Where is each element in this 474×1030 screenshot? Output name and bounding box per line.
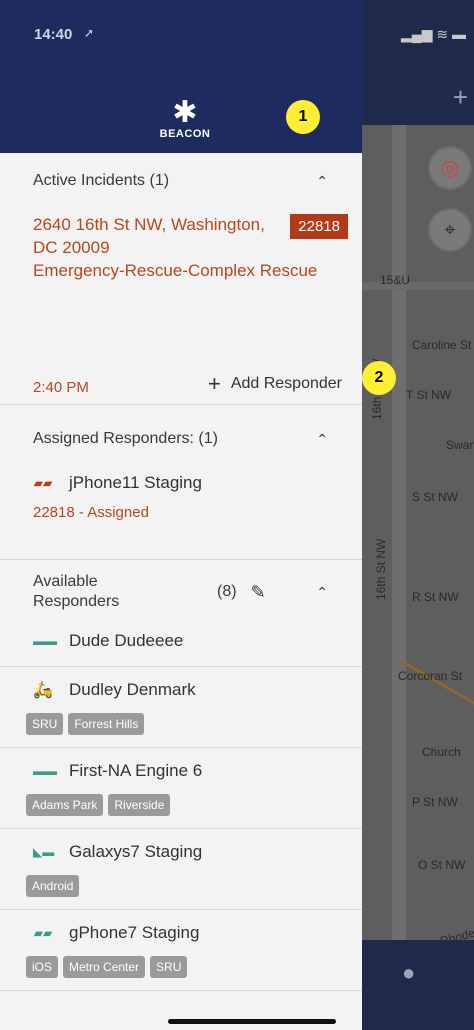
annotation-badge-1: 1 (286, 100, 320, 134)
tag: Metro Center (63, 956, 146, 978)
logo-text: BEACON (159, 128, 211, 140)
lifebuoy-icon[interactable]: ◎ (428, 146, 472, 190)
map-route (401, 660, 474, 708)
list-item[interactable]: 🛵 Dudley Denmark SRU Forrest Hills (0, 667, 362, 748)
street-label: Caroline St (412, 338, 472, 352)
locate-icon[interactable]: ⌖ (428, 208, 472, 252)
plus-icon: + (207, 371, 221, 396)
street-label: Corcoran St (398, 669, 463, 683)
assigned-responders-header[interactable]: Assigned Responders: (1) ⌃ (0, 405, 362, 473)
profile-icon[interactable]: ● (402, 960, 415, 986)
ambulance-icon: ▰▰ (33, 476, 53, 490)
fire-engine-icon: ▬▬ (33, 764, 57, 778)
list-item[interactable]: ▬▬ First-NA Engine 6 Adams Park Riversid… (0, 748, 362, 829)
incident-card[interactable]: 2640 16th St NW, Washington, DC 20009 Em… (0, 209, 362, 404)
beacon-logo: ✱ BEACON (155, 96, 215, 141)
map-view[interactable]: ▂▄▆ ≋ ▬ + ◎ ⌖ 15&U Caroline St T St NW S… (362, 0, 474, 1030)
map-bottom-bar: ● (362, 940, 474, 1030)
responder-name: Dude Dudeeee (69, 631, 184, 650)
chevron-up-icon[interactable]: ⌃ (316, 584, 328, 601)
street-label: R St NW (412, 590, 459, 604)
map-road (392, 125, 406, 945)
responder-name: Galaxys7 Staging (69, 842, 203, 861)
incident-time: 2:40 PM (33, 379, 89, 396)
responder-name: First-NA Engine 6 (69, 761, 203, 780)
assigned-responder-item[interactable]: ▰▰ jPhone11 Staging 22818 - Assigned (0, 473, 362, 559)
responder-name: Dudley Denmark (69, 680, 196, 699)
map-top-bar: ▂▄▆ ≋ ▬ + (362, 0, 474, 125)
incident-type: Emergency-Rescue-Complex Rescue (33, 261, 318, 280)
chevron-up-icon[interactable]: ⌃ (316, 431, 328, 448)
responder-name: gPhone7 Staging (69, 923, 200, 942)
status-time: 14:40 (34, 26, 73, 43)
tag: SRU (26, 713, 64, 735)
incident-code-badge: 22818 (290, 214, 348, 239)
ambulance-icon: ▰▰ (33, 926, 53, 940)
status-icons: ▂▄▆ ≋ ▬ (401, 26, 466, 42)
map-road (362, 282, 474, 290)
assignment-status: 22818 - Assigned (33, 504, 149, 521)
home-indicator[interactable] (168, 1019, 336, 1024)
tag: SRU (150, 956, 188, 978)
motorcycle-icon: 🛵 (33, 682, 53, 699)
section-title: Active Incidents (1) (33, 172, 170, 189)
annotation-badge-2: 2 (362, 361, 396, 395)
side-drawer: 14:40 ➚ ✱ BEACON Active Incidents (1) ⌃ … (0, 0, 362, 1030)
location-arrow-icon: ➚ (84, 26, 95, 40)
available-responders-header[interactable]: Available Responders (8) ✎ ⌃ (0, 560, 362, 624)
list-item[interactable]: ▰▰ gPhone7 Staging iOS Metro Center SRU (0, 910, 362, 991)
active-incidents-header[interactable]: Active Incidents (1) ⌃ (0, 153, 362, 209)
tag: iOS (26, 956, 59, 978)
star-of-life-icon: ✱ (172, 96, 198, 129)
list-item[interactable]: ▬▬ Dude Dudeeee (0, 624, 362, 667)
add-icon[interactable]: + (453, 82, 468, 113)
add-responder-label: Add Responder (230, 375, 342, 392)
responder-name: jPhone11 Staging (69, 473, 202, 492)
tag: Adams Park (26, 794, 104, 816)
section-title: Assigned Responders: (1) (33, 430, 218, 447)
street-label: 15&U (380, 273, 411, 287)
street-label: Church (422, 745, 461, 759)
list-item[interactable]: ◣▬ Galaxys7 Staging Android (0, 829, 362, 910)
available-count: (8) (217, 583, 237, 600)
edit-icon[interactable]: ✎ (251, 582, 266, 603)
street-label: P St NW (412, 795, 458, 809)
chevron-up-icon[interactable]: ⌃ (316, 173, 328, 190)
street-label: O St NW (418, 858, 466, 872)
add-responder-button[interactable]: + Add Responder (207, 371, 342, 396)
tag: Riverside (108, 794, 171, 816)
boat-icon: ◣▬ (33, 845, 55, 859)
section-title: Available Responders (33, 573, 120, 610)
street-label: 16th St NW (374, 538, 388, 600)
street-label: T St NW (406, 388, 452, 402)
street-label: S St NW (412, 490, 459, 504)
incident-address: 2640 16th St NW, Washington, DC 20009 (33, 215, 265, 257)
tag: Android (26, 875, 80, 897)
tag: Forrest Hills (68, 713, 145, 735)
truck-icon: ▬▬ (33, 634, 57, 648)
street-label: Swann S (446, 438, 474, 452)
